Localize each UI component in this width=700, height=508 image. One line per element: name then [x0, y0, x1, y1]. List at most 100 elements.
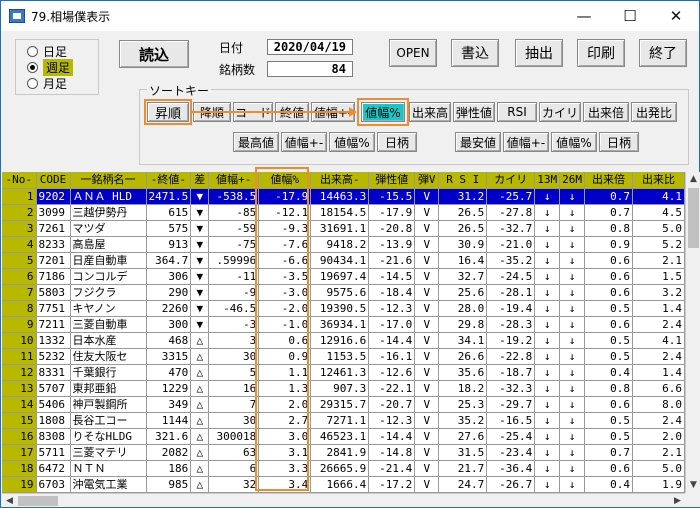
table-row[interactable]: 14 5406 神戸製鋼所 349 △ 7 2.0 29315.7 -20.7 V 25.3 -29.… [2, 396, 685, 413]
grid-header-cell[interactable]: 出来倍 [584, 172, 633, 189]
high-key-change[interactable]: 値幅+- [281, 132, 327, 152]
grid-header-cell[interactable]: 出来比 [632, 172, 685, 189]
table-row[interactable]: 15 1808 長谷工コー 1144 △ 30 2.7 7271.1 -12.3 V 35.2 -16… [2, 412, 685, 429]
extract-button[interactable]: 抽出 [515, 39, 563, 67]
table-cell: ↓ [534, 220, 561, 237]
grid-header-cell[interactable]: 一銘柄名一 [70, 172, 147, 189]
table-cell: 14463.3 [310, 188, 370, 205]
sort-key-start-ratio[interactable]: 出発比 [631, 102, 677, 122]
scroll-left-icon[interactable]: ◀ [2, 494, 17, 508]
data-grid[interactable]: -No- CODE 一銘柄名一 -終値- 差値幅+- 値幅% 出来高- 弾性値 弾V R S Iカ… [2, 172, 700, 493]
table-cell: 長谷工コー [70, 412, 147, 429]
table-row[interactable]: 11 5232 住友大阪セ 3315 △ 30 0.9 1153.5 -16.1 V 26.6 -22… [2, 348, 685, 365]
table-row[interactable]: 10 1332 日本水産 468 △ 3 0.6 12916.6 -14.4 V 34.1 -19.2… [2, 332, 685, 349]
scroll-corner [685, 493, 700, 507]
exit-button[interactable]: 終了 [639, 39, 687, 67]
table-cell: 0.5 [584, 428, 633, 445]
vertical-scrollbar[interactable]: ▲ ▼ [685, 172, 700, 493]
table-cell: ↓ [534, 284, 561, 301]
table-row[interactable]: 1 9202 ＡＮＡ HLD 2471.5 ▼ -538.5 -17.9 14463.3 -15… [2, 188, 685, 205]
open-button[interactable]: OPEN [389, 39, 437, 67]
grid-header-cell[interactable]: 出来高- [310, 172, 370, 189]
grid-header-cell[interactable]: 弾V [414, 172, 440, 189]
sort-key-elasticity[interactable]: 弾性値 [453, 102, 495, 122]
table-cell: ↓ [534, 268, 561, 285]
write-button[interactable]: 書込 [451, 39, 499, 67]
table-cell: 0.8 [584, 220, 633, 237]
table-cell: -18.4 [368, 284, 416, 301]
table-cell: 18154.5 [310, 204, 370, 221]
table-cell: △ [190, 444, 210, 461]
row-number-cell: 14 [2, 396, 37, 413]
close-button[interactable]: ✕ [653, 1, 699, 31]
table-cell: 0.6 [584, 396, 633, 413]
table-cell: ↓ [559, 284, 585, 301]
grid-header-cell[interactable]: -終値- [146, 172, 192, 189]
table-row[interactable]: 17 5711 三菱マテリ 2082 △ 63 3.1 2841.9 -14.8 V 31.5 -23… [2, 444, 685, 461]
grid-header-cell[interactable]: カイリ [486, 172, 536, 189]
table-cell: 5803 [36, 284, 71, 301]
table-cell: -32.3 [486, 380, 536, 397]
grid-header-cell[interactable]: -No- [2, 172, 37, 189]
table-row[interactable]: 3 7261 マツダ 575 ▼ -59 -9.3 31691.1 -20.8 V 26.5 -32.… [2, 220, 685, 237]
radio-weekly-circle[interactable] [27, 62, 38, 73]
radio-monthly-circle[interactable] [27, 78, 38, 89]
high-key-days[interactable]: 日柄 [377, 132, 417, 152]
high-label-button[interactable]: 最高値 [233, 132, 279, 152]
scroll-up-icon[interactable]: ▲ [686, 172, 700, 186]
grid-header-cell[interactable]: 差 [190, 172, 210, 189]
radio-daily-circle[interactable] [27, 46, 38, 57]
scroll-right-icon[interactable]: ▶ [670, 494, 685, 508]
table-row[interactable]: 7 5803 フジクラ 290 ▼ -9 -3.0 9575.6 -18.4 V 25.6 -28.1… [2, 284, 685, 301]
radio-daily[interactable]: 日足 [27, 44, 67, 59]
grid-header-cell[interactable]: 13M [534, 172, 561, 189]
table-cell: V [414, 252, 440, 269]
table-cell: ↓ [559, 380, 585, 397]
table-cell: 25.3 [438, 396, 488, 413]
sort-key-deviation[interactable]: カイリ [539, 102, 581, 122]
radio-monthly[interactable]: 月足 [27, 76, 67, 91]
sort-key-volume[interactable]: 出来高 [409, 102, 451, 122]
grid-header-cell[interactable]: 26M [559, 172, 585, 189]
sort-key-rsi[interactable]: RSI [497, 102, 537, 122]
table-cell: V [414, 476, 440, 493]
table-cell: V [414, 428, 440, 445]
maximize-button[interactable]: ☐ [607, 1, 653, 31]
table-row[interactable]: 19 6703 沖電気工業 985 △ 32 3.4 1666.4 -17.2 V 24.7 -26.… [2, 476, 685, 493]
table-row[interactable]: 9 7211 三菱自動車 300 ▼ -3 -1.0 36934.1 -17.0 V 29.8 -28… [2, 316, 685, 333]
high-key-change-pct[interactable]: 値幅% [329, 132, 375, 152]
sort-key-volume-ratio[interactable]: 出来倍 [583, 102, 629, 122]
table-row[interactable]: 12 8331 千葉銀行 470 △ 5 1.1 12461.3 -12.6 V 35.6 -18.7… [2, 364, 685, 381]
table-cell: -14.8 [368, 444, 416, 461]
table-cell: 31.2 [438, 188, 488, 205]
low-key-days[interactable]: 日柄 [599, 132, 639, 152]
table-row[interactable]: 5 7201 日産自動車 364.7 ▼ .59996 -6.6 90434.1 -21.6 V 1… [2, 252, 685, 269]
table-row[interactable]: 4 8233 高島屋 913 ▼ -75 -7.6 9418.2 -13.9 V 30.9 -21.0… [2, 236, 685, 253]
table-row[interactable]: 8 7751 キヤノン 2260 ▼ -46.5 -2.0 19390.5 -12.3 V 28.0… [2, 300, 685, 317]
table-row[interactable]: 2 3099 三越伊勢丹 615 ▼ -85 -12.1 18154.5 -17.9 V 26.5-… [2, 204, 685, 221]
low-key-change-pct[interactable]: 値幅% [551, 132, 597, 152]
grid-header-cell[interactable]: 値幅+- [208, 172, 260, 189]
radio-weekly[interactable]: 週足 [27, 59, 74, 76]
table-row[interactable]: 13 5707 東邦亜鉛 1229 △ 16 1.3 907.3 -22.1 V 18.2 -32.3… [2, 380, 685, 397]
table-row[interactable]: 16 8308 りそなHLDG 321.6 △ 300018 3.0 46523.1 -14.4… [2, 428, 685, 445]
table-cell: ↓ [559, 444, 585, 461]
horizontal-scroll-thumb[interactable] [18, 496, 58, 506]
low-label-button[interactable]: 最安値 [455, 132, 501, 152]
table-cell: 913 [146, 236, 192, 253]
horizontal-scrollbar[interactable]: ◀ ▶ [2, 493, 685, 507]
minimize-button[interactable]: — [561, 1, 607, 31]
active-key-highlight [357, 98, 409, 126]
table-cell: ▼ [190, 268, 210, 285]
grid-header-cell[interactable]: R S I [438, 172, 488, 189]
vertical-scroll-thumb[interactable] [688, 188, 699, 248]
table-cell: 7751 [36, 300, 71, 317]
low-key-change[interactable]: 値幅+- [503, 132, 549, 152]
print-button[interactable]: 印刷 [577, 39, 625, 67]
scroll-down-icon[interactable]: ▼ [686, 478, 700, 492]
table-row[interactable]: 18 6472 ＮＴＮ 186 △ 6 3.3 26665.9 -21.4 V 21.7 -36.4 ↓… [2, 460, 685, 477]
load-button[interactable]: 読込 [119, 40, 189, 68]
table-row[interactable]: 6 7186 コンコルデ 306 ▼ -11 -3.5 19697.4 -14.5 V 32.7 -2… [2, 268, 685, 285]
grid-header-cell[interactable]: 弾性値 [368, 172, 416, 189]
grid-header-cell[interactable]: CODE [36, 172, 71, 189]
